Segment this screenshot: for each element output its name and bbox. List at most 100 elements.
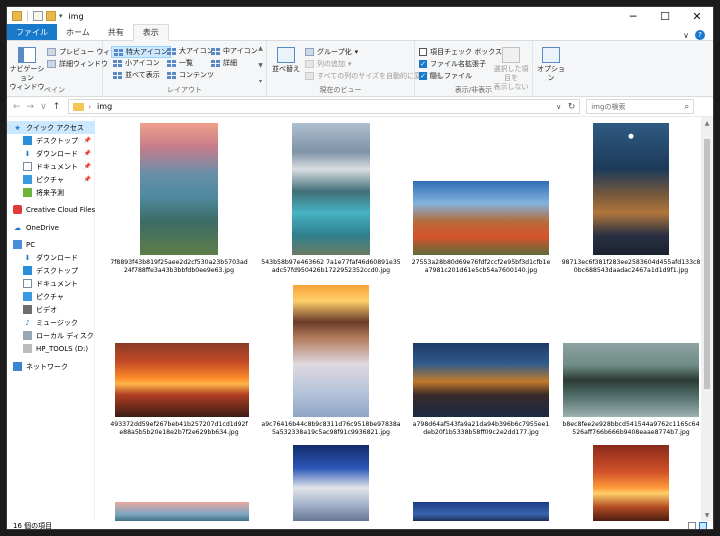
layout-content[interactable]: コンテンツ [167, 70, 214, 80]
path-box[interactable]: › img ∨ ↻ [68, 99, 581, 114]
file-extensions-toggle[interactable]: ✓ ファイル名拡張子 [419, 59, 486, 69]
sidebar-item-pc-music[interactable]: ♪ ミュージック [7, 316, 95, 329]
sidebar-item-pc[interactable]: PC [7, 238, 95, 251]
file-thumbnail[interactable] [293, 445, 369, 521]
recent-locations-icon[interactable]: ∨ [40, 102, 47, 112]
sidebar-item-pc-pictures[interactable]: ピクチャ [7, 290, 95, 303]
customize-qat-icon[interactable]: ▾ [59, 12, 63, 20]
add-column-button[interactable]: 列の追加 ▾ [305, 59, 352, 69]
chevron-down-icon: ▾ [354, 48, 359, 56]
item-checkboxes-toggle[interactable]: 項目チェック ボックス [419, 47, 502, 57]
tab-share[interactable]: 共有 [99, 24, 133, 40]
file-thumbnail[interactable] [413, 343, 549, 417]
file-thumbnail[interactable] [140, 123, 218, 255]
minimize-button[interactable]: ─ [617, 7, 649, 25]
chevron-down-icon[interactable]: ∨ [683, 31, 689, 40]
sidebar-item-onedrive[interactable]: ☁ OneDrive [7, 221, 95, 234]
layout-large-icons[interactable]: 大アイコン [167, 46, 214, 56]
file-name[interactable]: b8ec8fee2e928bbcd541544a9762c1165c64526a… [561, 421, 701, 437]
sidebar-item-forecast-folder[interactable]: 将来予測 [7, 186, 95, 199]
sidebar-item-desktop[interactable]: デスクトップ 📌 [7, 134, 95, 147]
sidebar-item-pc-desktop[interactable]: デスクトップ [7, 264, 95, 277]
layout-extra-large-icons[interactable]: 特大アイコン [111, 46, 171, 58]
scroll-down-arrow-icon[interactable]: ▼ [701, 509, 713, 521]
sidebar-item-pictures[interactable]: ピクチャ 📌 [7, 173, 95, 186]
ribbon: ナビゲーション ウィンドウ プレビュー ウィンドウ 詳細ウィンドウ ペイン 特大… [7, 41, 713, 97]
hidden-items-toggle[interactable]: ✓ 隠しファイル [419, 71, 472, 81]
help-icon[interactable]: ? [695, 30, 705, 40]
up-arrow-icon[interactable]: ↑ [53, 102, 61, 112]
pin-icon[interactable]: 📌 [84, 150, 91, 157]
disk-icon [23, 331, 32, 340]
search-icon[interactable]: ⌕ [684, 102, 689, 112]
file-thumbnail[interactable] [292, 123, 370, 255]
layout-tiles[interactable]: 並べて表示 [113, 70, 160, 80]
sidebar-item-hp-tools-d[interactable]: HP_TOOLS (D:) [7, 342, 95, 355]
details-view-icon[interactable] [688, 522, 696, 529]
pin-icon[interactable]: 📌 [84, 137, 91, 144]
file-name[interactable]: a798d64af543fa9a21da94b396b6c7955ee1deb2… [411, 421, 551, 437]
sidebar-item-downloads[interactable]: ⬇ ダウンロード 📌 [7, 147, 95, 160]
scrollbar-thumb[interactable] [704, 139, 710, 389]
file-thumbnail[interactable] [115, 343, 249, 417]
chevron-down-icon: ▾ [348, 60, 352, 68]
file-thumbnail[interactable] [563, 343, 699, 417]
search-input[interactable]: imgの検索 ⌕ [586, 99, 695, 114]
layout-medium-icons[interactable]: 中アイコン [211, 46, 258, 56]
breadcrumb-folder[interactable]: img [97, 102, 112, 111]
chevron-down-icon[interactable]: ▼ [258, 62, 263, 69]
sidebar-item-local-disk-c[interactable]: ローカル ディスク (C:) [7, 329, 109, 342]
forward-arrow-icon[interactable]: → [27, 102, 35, 112]
file-name[interactable]: 543b58b97e463662 7a1e77faf46d60891e35adc… [261, 259, 401, 275]
tab-view[interactable]: 表示 [132, 24, 169, 41]
sidebar-item-network[interactable]: ネットワーク [7, 360, 95, 373]
chevron-down-icon[interactable]: ∨ [556, 103, 561, 111]
file-thumbnail[interactable] [413, 181, 549, 255]
path-separator-icon[interactable]: › [88, 103, 91, 111]
file-name[interactable]: 27553a28b80d69e76fdf2ccf2e95bf3d1cfb1ea7… [411, 259, 551, 275]
new-folder-icon[interactable] [46, 11, 56, 21]
file-name[interactable]: 493372dd59ef267beb41b257207d1cd1d92fe88a… [109, 421, 249, 437]
tab-home[interactable]: ホーム [57, 24, 99, 40]
more-icon[interactable]: ▾ [259, 78, 262, 85]
pin-icon[interactable]: 📌 [84, 163, 91, 170]
close-button[interactable]: ✕ [681, 7, 713, 25]
layout-list[interactable]: 一覧 [167, 58, 193, 68]
checkbox-checked[interactable]: ✓ [419, 60, 427, 68]
file-name[interactable]: 98713ec6f381f283ee2583604d455afd133c80bc… [561, 259, 701, 275]
layout-details[interactable]: 詳細 [211, 58, 237, 68]
sidebar-item-creative-cloud[interactable]: Creative Cloud Files [7, 203, 95, 216]
checkbox-unchecked[interactable] [419, 48, 427, 56]
options-button[interactable]: オプション [535, 47, 567, 83]
back-arrow-icon[interactable]: ← [13, 102, 21, 112]
maximize-button[interactable]: ☐ [649, 7, 681, 25]
refresh-icon[interactable]: ↻ [568, 102, 576, 112]
file-thumbnail[interactable] [593, 445, 669, 521]
status-bar: 16 個の項目 [7, 521, 713, 529]
file-thumbnail[interactable] [593, 123, 669, 255]
sidebar-item-documents[interactable]: ドキュメント 📌 [7, 160, 95, 173]
file-thumbnail[interactable] [413, 502, 549, 521]
properties-icon[interactable] [33, 11, 43, 21]
sidebar-item-pc-videos[interactable]: ビデオ [7, 303, 95, 316]
sidebar-item-quick-access[interactable]: ★ クイック アクセス [7, 121, 95, 134]
layout-gallery-scroll[interactable]: ▲ ▼ ▾ [257, 45, 264, 85]
tab-file[interactable]: ファイル [7, 24, 57, 40]
sidebar-item-pc-downloads[interactable]: ⬇ ダウンロード [7, 251, 95, 264]
large-icons-view-icon[interactable] [699, 522, 707, 529]
layout-small-icons[interactable]: 小アイコン [113, 58, 160, 68]
sort-by-button[interactable]: 並べ替え [271, 47, 301, 74]
checkbox-checked[interactable]: ✓ [419, 72, 427, 80]
file-name[interactable]: 7f8893f43b819f25aee2d2cf530a23b5703ad24f… [109, 259, 249, 275]
sidebar-item-pc-documents[interactable]: ドキュメント [7, 277, 95, 290]
chevron-up-icon[interactable]: ▲ [258, 45, 263, 52]
scroll-up-arrow-icon[interactable]: ▲ [701, 117, 713, 129]
vertical-scrollbar[interactable]: ▲ ▼ [701, 117, 713, 521]
file-thumbnail[interactable] [115, 502, 249, 521]
group-by-button[interactable]: グループ化 ▾ [305, 47, 358, 57]
file-name[interactable]: a9c76416b44c8b9c8311d76c9518be97838a5a53… [261, 421, 401, 437]
file-thumbnail[interactable] [293, 285, 369, 417]
large-icons-icon [167, 47, 176, 55]
details-pane-button[interactable]: 詳細ウィンドウ [47, 59, 108, 69]
pin-icon[interactable]: 📌 [84, 176, 91, 183]
